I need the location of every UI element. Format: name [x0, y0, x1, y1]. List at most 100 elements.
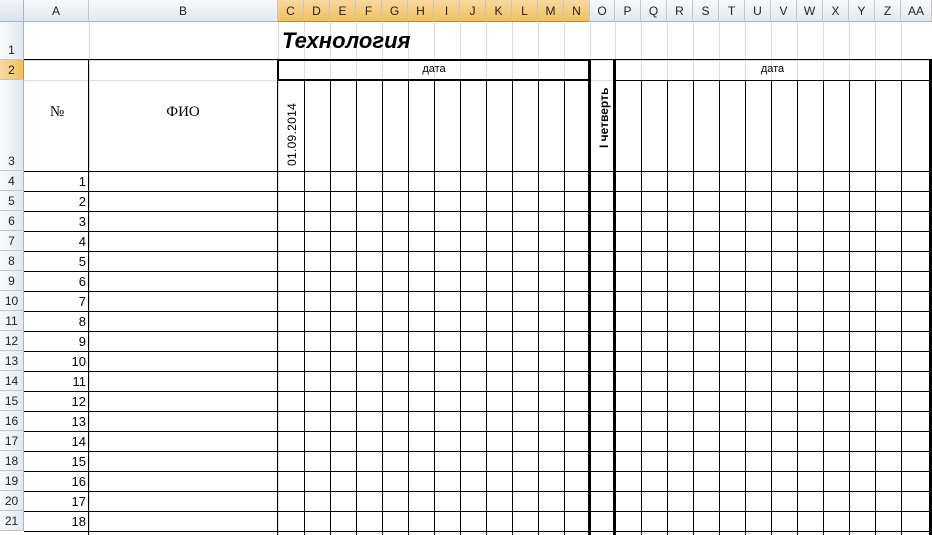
column-header-v[interactable]: V [771, 0, 797, 22]
column-header-q[interactable]: Q [641, 0, 667, 22]
row-header-1[interactable]: 1 [0, 22, 24, 60]
student-number-cell[interactable]: 11 [26, 374, 87, 389]
row-header-15[interactable]: 15 [0, 391, 24, 411]
column-header-p[interactable]: P [615, 0, 641, 22]
student-number-cell[interactable]: 8 [26, 314, 86, 329]
spreadsheet-grid[interactable]: A B C D E F G H I J K L M N O P Q R S T U V W X Y Z AA 1 2 3 4 5 6 7 8 9 10… [0, 0, 932, 535]
column-header-y[interactable]: Y [849, 0, 875, 22]
column-header-l[interactable]: L [512, 0, 538, 22]
student-number-cell[interactable]: 2 [26, 194, 86, 209]
border-date-col [797, 80, 798, 535]
column-header-x[interactable]: X [823, 0, 849, 22]
column-header-t[interactable]: T [719, 0, 745, 22]
first-date-cell[interactable]: 01.09.2014 [285, 103, 299, 166]
row-header-4[interactable]: 4 [0, 171, 24, 191]
student-number-cell[interactable]: 15 [26, 454, 86, 469]
border-date-col [564, 80, 565, 535]
border-date-col [486, 80, 487, 535]
column-header-f[interactable]: F [356, 0, 382, 22]
column-header-g[interactable]: G [382, 0, 408, 22]
border-quarter-left [588, 59, 591, 535]
student-number-cell[interactable]: 17 [26, 494, 86, 509]
student-number-cell[interactable]: 6 [26, 274, 86, 289]
column-header-a[interactable]: A [24, 0, 89, 22]
row-header-label: 21 [4, 514, 19, 528]
title-cell[interactable]: Технология [282, 25, 410, 57]
border-row [24, 371, 932, 372]
column-header-i[interactable]: I [434, 0, 460, 22]
column-header-u[interactable]: U [745, 0, 771, 22]
border-date-col [538, 80, 539, 535]
row-header-20[interactable]: 20 [0, 491, 24, 511]
column-header-e[interactable]: E [330, 0, 356, 22]
column-header-z[interactable]: Z [875, 0, 901, 22]
row-header-10[interactable]: 10 [0, 291, 24, 311]
column-header-r[interactable]: R [667, 0, 693, 22]
student-number-cell[interactable]: 13 [26, 414, 86, 429]
fio-header[interactable]: ФИО [90, 104, 276, 121]
student-number-cell[interactable]: 16 [26, 474, 86, 489]
border-row [24, 271, 932, 272]
row-header-12[interactable]: 12 [0, 331, 24, 351]
column-header-b[interactable]: B [89, 0, 278, 22]
row-header-16[interactable]: 16 [0, 411, 24, 431]
student-number-cell[interactable]: 4 [26, 234, 86, 249]
column-header-o[interactable]: O [590, 0, 615, 22]
student-number-cell[interactable]: 12 [26, 394, 86, 409]
number-header[interactable]: № [26, 104, 88, 121]
border-date-sub [615, 80, 929, 81]
date-label-right[interactable]: дата [615, 62, 930, 76]
row-header-13[interactable]: 13 [0, 351, 24, 371]
column-header-w[interactable]: W [797, 0, 823, 22]
row-header-8[interactable]: 8 [0, 251, 24, 271]
border-row [24, 331, 932, 332]
row-header-7[interactable]: 7 [0, 231, 24, 251]
column-header-d[interactable]: D [304, 0, 330, 22]
border-date-col [356, 80, 357, 535]
row-header-21[interactable]: 21 [0, 511, 24, 531]
row-header-label: 11 [5, 314, 18, 328]
student-number-cell[interactable]: 10 [26, 354, 86, 369]
row-header-3[interactable]: 3 [0, 80, 24, 171]
border-row [24, 471, 932, 472]
column-header-aa[interactable]: AA [901, 0, 932, 22]
student-number-cell[interactable]: 7 [26, 294, 86, 309]
row-header-11[interactable]: 11 [0, 311, 24, 331]
border-row [24, 291, 932, 292]
row-header-label: 8 [8, 254, 15, 268]
column-header-k[interactable]: K [486, 0, 512, 22]
column-header-s[interactable]: S [693, 0, 719, 22]
row-header-label: 14 [4, 374, 19, 388]
row-header-14[interactable]: 14 [0, 371, 24, 391]
border-date-col [719, 80, 720, 535]
row-header-19[interactable]: 19 [0, 471, 24, 491]
column-header-n[interactable]: N [564, 0, 590, 22]
column-header-m[interactable]: M [538, 0, 564, 22]
border-date-col [901, 80, 902, 535]
student-number-cell[interactable]: 18 [26, 514, 86, 529]
border-date-col [771, 80, 772, 535]
border-date-col [693, 80, 694, 535]
border-date-col [460, 80, 461, 535]
row-header-label: 13 [4, 354, 19, 368]
select-all-corner[interactable] [0, 0, 24, 22]
student-number-cell[interactable]: 14 [26, 434, 86, 449]
row-header-label: 4 [8, 174, 15, 188]
row-header-6[interactable]: 6 [0, 211, 24, 231]
column-header-j[interactable]: J [460, 0, 486, 22]
quarter-label[interactable]: I четверть [597, 88, 611, 148]
border-date-col [330, 80, 331, 535]
row-header-5[interactable]: 5 [0, 191, 24, 211]
row-header-label: 16 [4, 414, 19, 428]
row-header-17[interactable]: 17 [0, 431, 24, 451]
student-number-cell[interactable]: 9 [26, 334, 86, 349]
border-bc [277, 59, 278, 535]
student-number-cell[interactable]: 3 [26, 214, 86, 229]
student-number-cell[interactable]: 1 [26, 174, 86, 189]
row-header-9[interactable]: 9 [0, 271, 24, 291]
student-number-cell[interactable]: 5 [26, 254, 86, 269]
row-header-18[interactable]: 18 [0, 451, 24, 471]
column-header-c[interactable]: C [278, 0, 304, 22]
row-header-2[interactable]: 2 [0, 60, 24, 80]
column-header-h[interactable]: H [408, 0, 434, 22]
